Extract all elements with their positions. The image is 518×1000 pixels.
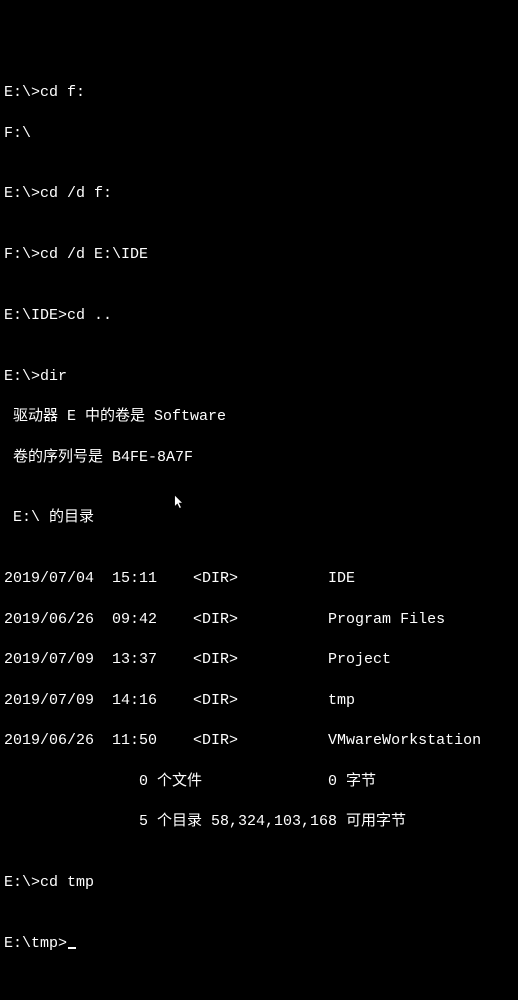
- dir-serial-line: 卷的序列号是 B4FE-8A7F: [4, 448, 514, 468]
- dir-summary-files: 0 个文件 0 字节: [4, 772, 514, 792]
- prompt-text: E:\tmp>: [4, 935, 67, 952]
- cmd-line: E:\>cd f:: [4, 83, 514, 103]
- cmd-line: E:\>cd /d f:: [4, 184, 514, 204]
- dir-summary-dirs: 5 个目录 58,324,103,168 可用字节: [4, 812, 514, 832]
- dir-entry-line: 2019/07/09 14:16 <DIR> tmp: [4, 691, 514, 711]
- dir-entry-line: 2019/06/26 11:50 <DIR> VMwareWorkstation: [4, 731, 514, 751]
- dir-entry-line: 2019/07/09 13:37 <DIR> Project: [4, 650, 514, 670]
- cmd-line: F:\>cd /d E:\IDE: [4, 245, 514, 265]
- prompt-line[interactable]: E:\tmp>: [4, 934, 514, 954]
- dir-entry-line: 2019/07/04 15:11 <DIR> IDE: [4, 569, 514, 589]
- cmd-line: E:\IDE>cd ..: [4, 306, 514, 326]
- output-line: F:\: [4, 124, 514, 144]
- dir-volume-line: 驱动器 E 中的卷是 Software: [4, 407, 514, 427]
- cmd-line: E:\>cd tmp: [4, 873, 514, 893]
- mouse-pointer-icon: [174, 495, 186, 511]
- dir-entry-line: 2019/06/26 09:42 <DIR> Program Files: [4, 610, 514, 630]
- cursor-icon: [68, 947, 76, 949]
- cmd-line: E:\>dir: [4, 367, 514, 387]
- dir-path-line: E:\ 的目录: [4, 508, 514, 528]
